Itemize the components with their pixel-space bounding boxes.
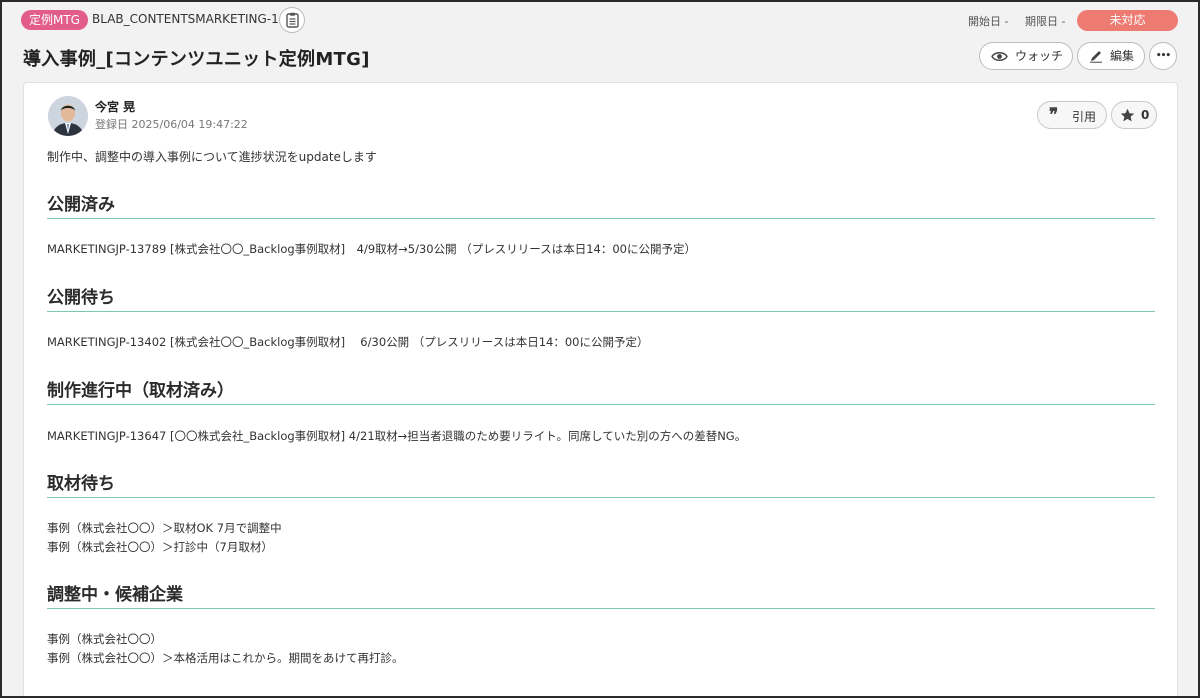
section-line: 事例（株式会社〇〇） — [47, 632, 162, 646]
copy-issue-key-button[interactable] — [279, 7, 305, 33]
user-photo-icon — [48, 96, 88, 136]
pencil-icon — [1090, 51, 1102, 63]
section-line: MARKETINGJP-13647 [〇〇株式会社_Backlog事例取材] 4… — [47, 429, 747, 443]
issue-description-card: 今宮 晃 登録日 2025/06/04 19:47:22 ❞ 引用 0 制作中、… — [23, 82, 1178, 696]
quote-button[interactable]: ❞ 引用 — [1037, 101, 1107, 129]
status-badge[interactable]: 未対応 — [1077, 10, 1178, 31]
clipboard-icon — [286, 12, 299, 28]
star-count: 0 — [1141, 108, 1150, 122]
section-heading: 制作進行中（取材済み） — [47, 376, 1155, 405]
author-avatar[interactable] — [48, 96, 88, 136]
page-title: 導入事例_[コンテンツユニット定例MTG] — [23, 49, 370, 70]
due-date-field[interactable]: 期限日 - — [1025, 13, 1065, 29]
start-date-field[interactable]: 開始日 - — [968, 13, 1008, 29]
edit-button[interactable]: 編集 — [1077, 42, 1145, 70]
section-line: 事例（株式会社〇〇）＞取材OK 7月で調整中 — [47, 521, 282, 535]
quote-icon: ❞ — [1049, 105, 1059, 125]
edit-label: 編集 — [1110, 49, 1135, 63]
section-heading: 公開済み — [47, 190, 1155, 219]
intro-text: 制作中、調整中の導入事例について進捗状況をupdateします — [47, 150, 377, 164]
issue-window: 定例MTG BLAB_CONTENTSMARKETING-11 開始日 - 期限… — [0, 0, 1200, 698]
section-line: 事例（株式会社〇〇）＞打診中（7月取材） — [47, 540, 273, 554]
more-options-button[interactable]: ••• — [1149, 42, 1177, 70]
quote-label: 引用 — [1072, 110, 1097, 124]
section-heading: 調整中・候補企業 — [47, 580, 1155, 609]
section-heading: 取材待ち — [47, 469, 1155, 498]
watch-button[interactable]: ウォッチ — [979, 42, 1073, 70]
star-icon — [1120, 108, 1135, 122]
section-line: MARKETINGJP-13789 [株式会社〇〇_Backlog事例取材] 4… — [47, 242, 696, 256]
section-line: 事例（株式会社〇〇）＞本格活用はこれから。期間をあけて再打診。 — [47, 651, 404, 665]
star-button[interactable]: 0 — [1111, 101, 1157, 129]
watch-label: ウォッチ — [1015, 49, 1064, 63]
more-icon: ••• — [1155, 51, 1171, 61]
author-name[interactable]: 今宮 晃 — [95, 98, 135, 115]
issue-header-bar: 定例MTG BLAB_CONTENTSMARKETING-11 開始日 - 期限… — [2, 2, 1198, 38]
registered-date: 登録日 2025/06/04 19:47:22 — [95, 118, 248, 131]
category-badge[interactable]: 定例MTG — [21, 10, 88, 30]
issue-key: BLAB_CONTENTSMARKETING-11 — [92, 12, 287, 26]
eye-icon — [991, 52, 1008, 61]
section-heading: 公開待ち — [47, 283, 1155, 312]
section-line: MARKETINGJP-13402 [株式会社〇〇_Backlog事例取材] 6… — [47, 335, 649, 349]
